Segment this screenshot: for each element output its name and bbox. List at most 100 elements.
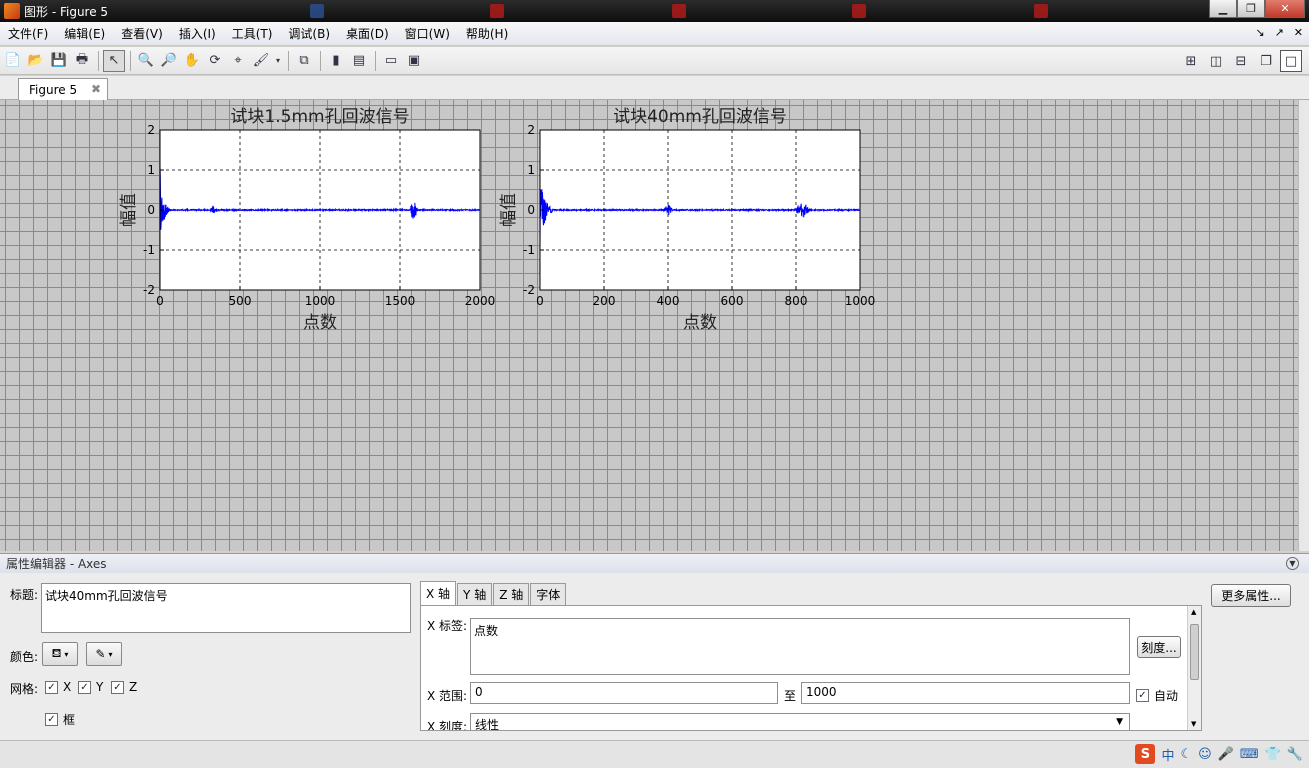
ime-skin-icon[interactable]: 👕	[1265, 747, 1281, 762]
legend-icon[interactable]: ▤	[348, 50, 370, 72]
maximize-button[interactable]: ❐	[1237, 0, 1265, 18]
ime-toolbar[interactable]: S 中 ☾ ☺ 🎤 ⌨ 👕 🔧	[1135, 744, 1303, 764]
x-range-max-input[interactable]: 1000	[801, 682, 1130, 704]
x-range-label: X 范围:	[427, 689, 468, 703]
sogou-ime-icon[interactable]: S	[1135, 744, 1156, 764]
box-checkbox[interactable]: ✓ 框	[45, 711, 75, 728]
figure-toolbar: 📄 📂 💾 🖶 ↖ 🔍 🔎 ✋ ⟳ ⌖ 🖌 ▾ ⧉ ▮ ▤ ▭ ▣ ⊞ ◫ ⊟ …	[0, 47, 1309, 75]
ime-mode-icon[interactable]: 中	[1161, 745, 1174, 764]
tab-label: Figure 5	[29, 82, 78, 97]
ime-moon-icon[interactable]: ☾	[1180, 747, 1192, 762]
x-axis-panel: X 标签: 点数 刻度... X 范围: 0 至 1000 ✓ 自动 X 刻度: …	[420, 605, 1202, 731]
check-icon: ✓	[45, 713, 58, 726]
pan-hand-icon[interactable]: ✋	[181, 50, 203, 72]
document-tab-bar: Figure 5 ✖	[0, 76, 1309, 100]
background-task-icon	[1034, 3, 1054, 19]
toolbar-separator	[375, 50, 376, 71]
y-tick-label: 1	[527, 163, 535, 177]
check-icon: ✓	[1136, 689, 1149, 702]
x-label-input[interactable]: 点数	[470, 618, 1130, 675]
menu-help[interactable]: 帮助(H)	[458, 25, 516, 42]
menu-debug[interactable]: 调试(B)	[280, 25, 338, 42]
check-icon: ✓	[78, 680, 91, 694]
tile-grid-icon[interactable]: ⊞	[1180, 50, 1202, 72]
edge-color-button[interactable]: ✎ ▾	[86, 642, 122, 666]
collapse-icon[interactable]: ▼	[1286, 557, 1299, 570]
rotate-3d-icon[interactable]: ⟳	[204, 50, 226, 72]
tab-font[interactable]: 字体	[530, 583, 567, 605]
property-editor-header: 属性编辑器 - Axes ▼	[0, 553, 1309, 573]
dropdown-arrow-icon: ▼	[1116, 717, 1123, 727]
brush-icon[interactable]: 🖌	[250, 50, 272, 72]
close-tab-icon[interactable]: ✖	[91, 82, 101, 96]
tab-y-axis[interactable]: Y 轴	[457, 583, 493, 605]
y-tick-label: 2	[147, 123, 155, 137]
scroll-thumb[interactable]	[1190, 624, 1199, 680]
grid-label: 网格:	[10, 682, 39, 696]
close-figure-icon[interactable]: ✕	[1294, 26, 1303, 39]
menu-edit[interactable]: 编辑(E)	[56, 25, 113, 42]
box-text: 框	[63, 713, 76, 727]
x-tick-label: 1000	[305, 294, 336, 308]
tile-columns-icon[interactable]: ◫	[1205, 50, 1227, 72]
hide-plot-tools-icon[interactable]: ▭	[380, 50, 402, 72]
edit-plot-arrow-icon[interactable]: ↖	[103, 49, 125, 72]
grid-z-checkbox[interactable]: ✓ Z	[111, 680, 137, 694]
dock-arrow-icon[interactable]: ↘	[1255, 26, 1264, 39]
y-tick-label: 0	[147, 203, 155, 217]
ime-voice-icon[interactable]: 🎤	[1218, 747, 1234, 762]
dropdown-arrow-icon: ▾	[64, 649, 69, 659]
close-button[interactable]: ✕	[1265, 0, 1305, 18]
menu-desktop[interactable]: 桌面(D)	[338, 25, 397, 42]
x-axis-label: 点数	[303, 313, 337, 333]
zoom-in-icon[interactable]: 🔍	[135, 50, 157, 72]
background-task-icon	[310, 3, 330, 19]
y-tick-label: -1	[143, 243, 155, 257]
show-plot-tools-icon[interactable]: ▣	[403, 50, 425, 72]
figure-canvas[interactable]: 0 500 1000 1500 2000 -2 -1 0 1 2 试块1.5mm孔回波信号 点数 幅值 0…	[0, 100, 1298, 551]
title-input[interactable]: 试块40mm孔回波信号	[41, 583, 411, 633]
x-tick-label: 1000	[845, 294, 876, 308]
link-plot-icon[interactable]: ⧉	[293, 50, 315, 72]
menu-file[interactable]: 文件(F)	[0, 25, 56, 42]
menu-insert[interactable]: 插入(I)	[171, 25, 224, 42]
data-cursor-icon[interactable]: ⌖	[227, 50, 249, 72]
tab-figure-5[interactable]: Figure 5 ✖	[18, 78, 108, 100]
open-file-icon[interactable]: 📂	[25, 50, 47, 72]
grid-x-checkbox[interactable]: ✓ X	[45, 680, 71, 694]
menu-view[interactable]: 查看(V)	[113, 25, 171, 42]
ime-keyboard-icon[interactable]: ⌨	[1240, 747, 1259, 762]
new-figure-icon[interactable]: 📄	[2, 50, 24, 72]
more-properties-button[interactable]: 更多属性...	[1211, 584, 1291, 607]
fill-color-button[interactable]: ⛾ ▾	[42, 642, 78, 666]
tile-rows-icon[interactable]: ⊟	[1230, 50, 1252, 72]
minimize-button[interactable]: ▁	[1209, 0, 1237, 18]
menu-window[interactable]: 窗口(W)	[397, 25, 458, 42]
float-window-icon[interactable]: ❐	[1255, 50, 1277, 72]
ime-settings-icon[interactable]: 🔧	[1287, 747, 1303, 762]
menu-tools[interactable]: 工具(T)	[224, 25, 281, 42]
scroll-down-icon[interactable]: ▼	[1191, 720, 1196, 728]
background-task-icon	[672, 3, 692, 19]
grid-y-checkbox[interactable]: ✓ Y	[78, 680, 103, 694]
scroll-up-icon[interactable]: ▲	[1191, 608, 1196, 616]
colorbar-icon[interactable]: ▮	[325, 50, 347, 72]
tab-x-axis[interactable]: X 轴	[420, 581, 457, 605]
y-tick-label: 1	[147, 163, 155, 177]
save-icon[interactable]: 💾	[48, 50, 70, 72]
ime-emoji-icon[interactable]: ☺	[1198, 747, 1212, 762]
brush-dropdown-icon[interactable]: ▾	[273, 50, 283, 72]
undock-arrow-icon[interactable]: ↗	[1275, 26, 1284, 39]
tab-z-axis[interactable]: Z 轴	[493, 583, 530, 605]
x-range-auto-checkbox[interactable]: ✓ 自动	[1136, 687, 1178, 704]
menu-bar: 文件(F) 编辑(E) 查看(V) 插入(I) 工具(T) 调试(B) 桌面(D…	[0, 22, 1309, 46]
x-range-min-input[interactable]: 0	[470, 682, 778, 704]
x-scale-select[interactable]: 线性 ▼	[470, 713, 1130, 730]
ticks-button[interactable]: 刻度...	[1137, 636, 1181, 658]
zoom-out-icon[interactable]: 🔎	[158, 50, 180, 72]
panel-scrollbar[interactable]: ▲ ▼	[1187, 606, 1201, 730]
x-tick-label: 800	[785, 294, 808, 308]
print-icon[interactable]: 🖶	[71, 50, 93, 72]
maximize-figure-icon[interactable]: □	[1280, 50, 1302, 72]
canvas-scrollbar[interactable]	[1298, 100, 1309, 551]
